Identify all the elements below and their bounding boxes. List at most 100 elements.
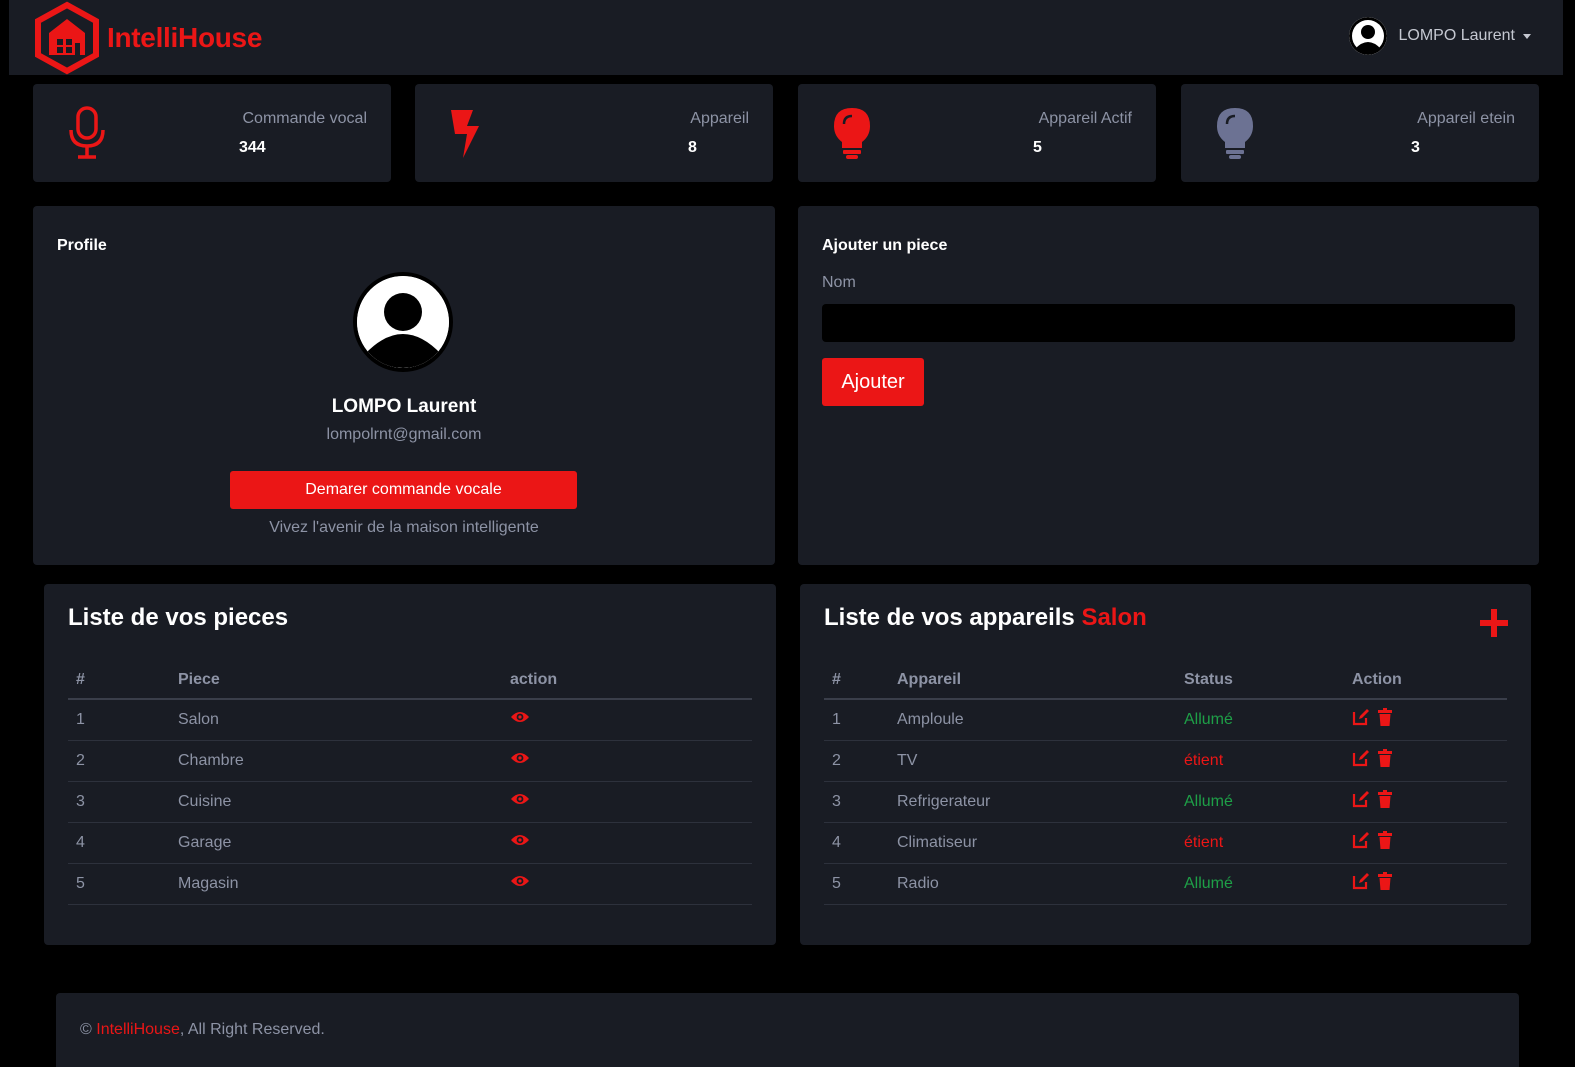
device-action-cell xyxy=(1344,781,1507,823)
device-name: Refrigerateur xyxy=(889,781,1176,823)
room-number: 3 xyxy=(68,781,170,823)
room-action-cell xyxy=(502,699,752,741)
table-row: 2 TV étient xyxy=(824,740,1507,782)
room-name: Garage xyxy=(170,822,502,864)
device-number: 3 xyxy=(824,781,889,823)
room-action-cell xyxy=(502,740,752,782)
view-eye-icon[interactable] xyxy=(510,792,530,811)
edit-icon[interactable] xyxy=(1352,790,1370,813)
device-number: 4 xyxy=(824,822,889,864)
house-hexagon-icon xyxy=(33,1,101,75)
device-status: Allumé xyxy=(1176,863,1344,905)
add-device-plus-icon[interactable] xyxy=(1479,608,1509,638)
col-header: Status xyxy=(1176,661,1344,700)
device-action-cell xyxy=(1344,740,1507,782)
table-row: 3 Refrigerateur Allumé xyxy=(824,781,1507,823)
room-number: 4 xyxy=(68,822,170,864)
user-avatar-icon xyxy=(353,272,453,372)
edit-icon[interactable] xyxy=(1352,831,1370,854)
stat-card-active-devices: Appareil Actif 5 xyxy=(798,84,1156,182)
device-action-cell xyxy=(1344,822,1507,864)
col-header: # xyxy=(68,661,170,700)
nav-user-name: LOMPO Laurent xyxy=(1398,27,1516,44)
start-voice-command-button[interactable]: Demarer commande vocale xyxy=(230,471,577,509)
device-name: TV xyxy=(889,740,1176,782)
room-number: 2 xyxy=(68,740,170,782)
profile-panel: Profile LOMPO Laurent lompolrnt@gmail.co… xyxy=(33,206,775,565)
view-eye-icon[interactable] xyxy=(510,874,530,893)
room-name: Chambre xyxy=(170,740,502,782)
device-name: Amploule xyxy=(889,699,1176,741)
trash-icon[interactable] xyxy=(1378,831,1392,854)
profile-name: LOMPO Laurent xyxy=(331,396,477,417)
col-header: Action xyxy=(1344,661,1507,700)
trash-icon[interactable] xyxy=(1378,708,1392,731)
profile-email: lompolrnt@gmail.com xyxy=(326,426,482,443)
device-action-cell xyxy=(1344,863,1507,905)
edit-icon[interactable] xyxy=(1352,708,1370,731)
microphone-icon xyxy=(61,106,113,160)
device-status: Allumé xyxy=(1176,781,1344,823)
stat-label: Appareil Actif xyxy=(1038,110,1132,127)
device-number: 1 xyxy=(824,699,889,741)
table-header-row: # Piece action xyxy=(68,661,752,700)
profile-tagline: Vivez l'avenir de la maison intelligente xyxy=(269,519,539,536)
room-name-input[interactable] xyxy=(822,304,1515,342)
devices-list-title: Liste de vos appareils Salon xyxy=(824,604,1147,632)
device-action-cell xyxy=(1344,699,1507,741)
room-number: 5 xyxy=(68,863,170,905)
trash-icon[interactable] xyxy=(1378,790,1392,813)
rooms-list-title: Liste de vos pieces xyxy=(68,604,289,631)
user-avatar-icon xyxy=(1348,17,1387,55)
device-number: 5 xyxy=(824,863,889,905)
table-row: 4 Climatiseur étient xyxy=(824,822,1507,864)
device-name: Climatiseur xyxy=(889,822,1176,864)
table-row: 2 Chambre xyxy=(68,740,752,782)
col-header: Piece xyxy=(170,661,502,700)
col-header: action xyxy=(502,661,752,700)
footer-brand-link[interactable]: IntelliHouse xyxy=(96,1021,180,1038)
trash-icon[interactable] xyxy=(1378,872,1392,895)
room-name-label: Nom xyxy=(822,274,856,291)
trash-icon[interactable] xyxy=(1378,749,1392,772)
stat-card-devices: Appareil 8 xyxy=(415,84,773,182)
table-row: 4 Garage xyxy=(68,822,752,864)
col-header: # xyxy=(824,661,889,700)
selected-room-name: Salon xyxy=(1081,604,1147,631)
page-footer: © IntelliHouse, All Right Reserved. xyxy=(56,993,1519,1067)
profile-title: Profile xyxy=(57,237,107,254)
device-name: Radio xyxy=(889,863,1176,905)
edit-icon[interactable] xyxy=(1352,872,1370,895)
view-eye-icon[interactable] xyxy=(510,833,530,852)
room-action-cell xyxy=(502,781,752,823)
lightbulb-off-icon xyxy=(1209,106,1261,160)
col-header: Appareil xyxy=(889,661,1176,700)
table-row: 3 Cuisine xyxy=(68,781,752,823)
stat-value: 5 xyxy=(1033,139,1042,156)
stat-value: 8 xyxy=(688,139,697,156)
stat-value: 344 xyxy=(239,139,266,156)
brand-logo[interactable]: IntelliHouse xyxy=(33,0,262,75)
stat-label: Appareil xyxy=(690,110,749,127)
stat-value: 3 xyxy=(1411,139,1420,156)
device-status: étient xyxy=(1176,740,1344,782)
footer-copyright: © IntelliHouse, All Right Reserved. xyxy=(80,1021,325,1039)
view-eye-icon[interactable] xyxy=(510,751,530,770)
table-row: 1 Salon xyxy=(68,699,752,741)
room-action-cell xyxy=(502,822,752,864)
devices-list-panel: Liste de vos appareils Salon # Appareil … xyxy=(800,584,1531,945)
devices-table: # Appareil Status Action 1 Amploule Allumé… xyxy=(824,661,1507,905)
table-header-row: # Appareil Status Action xyxy=(824,661,1507,700)
top-navbar: IntelliHouse LOMPO Laurent xyxy=(9,0,1563,75)
add-room-button[interactable]: Ajouter xyxy=(822,358,924,406)
room-action-cell xyxy=(502,863,752,905)
user-menu-toggle[interactable]: LOMPO Laurent xyxy=(1348,17,1531,55)
rooms-table: # Piece action 1 Salon 2 Chambre 3 Cuisine 4 Ga… xyxy=(68,661,752,905)
table-row: 5 Magasin xyxy=(68,863,752,905)
lightbulb-icon xyxy=(826,106,878,160)
edit-icon[interactable] xyxy=(1352,749,1370,772)
device-number: 2 xyxy=(824,740,889,782)
view-eye-icon[interactable] xyxy=(510,710,530,729)
device-status: Allumé xyxy=(1176,699,1344,741)
stat-label: Appareil etein xyxy=(1417,110,1515,127)
